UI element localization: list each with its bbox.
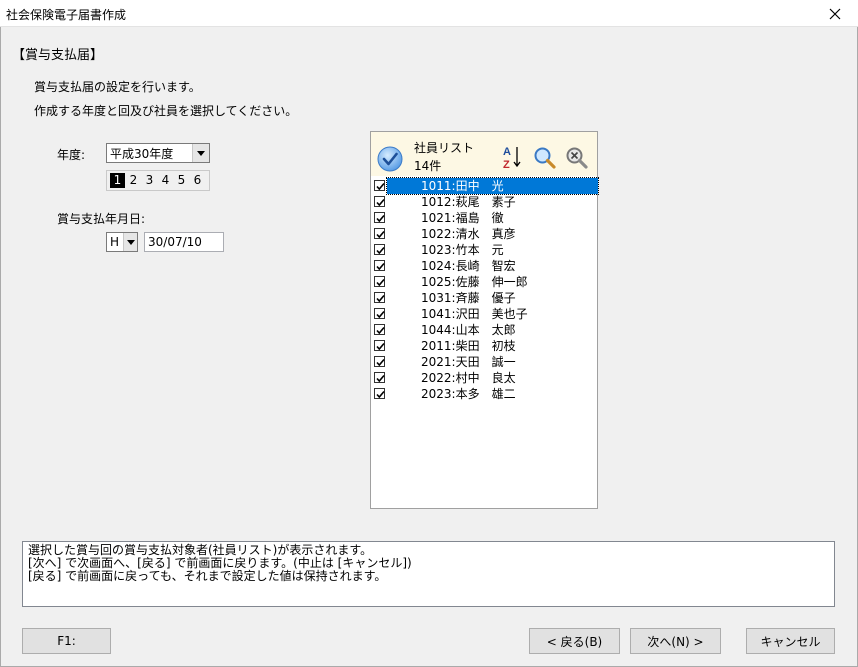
payment-date-input[interactable]: 30/07/10 — [144, 232, 224, 252]
f1-button[interactable]: F1: — [22, 628, 111, 654]
chevron-down-icon[interactable] — [192, 144, 209, 162]
year-select[interactable]: 平成30年度 — [106, 143, 210, 163]
employee-name: 1041:沢田 美也子 — [421, 307, 528, 321]
list-item[interactable]: 1044:山本 太郎 — [371, 322, 597, 338]
year-select-value: 平成30年度 — [110, 146, 174, 161]
check-icon — [376, 374, 385, 383]
employee-name: 1023:竹本 元 — [421, 243, 504, 257]
cancel-button[interactable]: キャンセル — [746, 628, 835, 654]
employee-name: 1022:清水 真彦 — [421, 227, 516, 241]
check-icon — [376, 214, 385, 223]
list-item[interactable]: 1041:沢田 美也子 — [371, 306, 597, 322]
list-item[interactable]: 1024:長崎 智宏 — [371, 258, 597, 274]
employee-name: 1024:長崎 智宏 — [421, 259, 516, 273]
clear-search-icon[interactable] — [564, 145, 590, 171]
employee-name: 1044:山本 太郎 — [421, 323, 516, 337]
list-item[interactable]: 1011:田中 光 — [371, 177, 599, 195]
check-icon — [376, 198, 385, 207]
employee-count: 14件 — [414, 159, 442, 173]
check-icon — [376, 246, 385, 255]
sort-az-icon[interactable]: A Z — [501, 144, 523, 170]
close-button[interactable] — [812, 0, 858, 27]
round-selector: 1 2 3 4 5 6 — [106, 170, 210, 191]
employee-checkbox[interactable] — [374, 308, 385, 319]
svg-text:Z: Z — [503, 159, 510, 170]
employee-checkbox[interactable] — [374, 244, 385, 255]
employee-checkbox[interactable] — [374, 276, 385, 287]
svg-text:A: A — [503, 146, 511, 158]
round-option-6[interactable]: 6 — [190, 173, 205, 188]
employee-checkbox[interactable] — [374, 228, 385, 239]
employee-name: 2021:天田 誠一 — [421, 355, 516, 369]
employee-checkbox[interactable] — [374, 388, 385, 399]
employee-checkbox[interactable] — [374, 340, 385, 351]
employee-name: 1012:萩尾 素子 — [421, 195, 516, 209]
employee-checkbox[interactable] — [374, 372, 385, 383]
list-item[interactable]: 1023:竹本 元 — [371, 242, 597, 258]
list-item[interactable]: 2021:天田 誠一 — [371, 354, 597, 370]
employee-checkbox[interactable] — [374, 292, 385, 303]
employee-checkbox[interactable] — [374, 260, 385, 271]
list-item[interactable]: 2011:柴田 初枝 — [371, 338, 597, 354]
search-icon[interactable] — [532, 145, 558, 171]
section-title: 【賞与支払届】 — [12, 48, 104, 63]
check-icon — [376, 294, 385, 303]
chevron-down-icon[interactable] — [123, 233, 137, 251]
back-button[interactable]: < 戻る(B) — [529, 628, 620, 654]
employee-name: 1031:斉藤 優子 — [421, 291, 516, 305]
payment-date-label: 賞与支払年月日: — [57, 212, 146, 226]
employee-name: 2022:村中 良太 — [421, 371, 516, 385]
employee-checkbox[interactable] — [374, 324, 385, 335]
year-label: 年度: — [57, 148, 86, 162]
list-item[interactable]: 2023:本多 雄二 — [371, 386, 597, 402]
employee-list-title: 社員リスト — [414, 141, 475, 155]
employee-list-header: 社員リスト 14件 A Z — [371, 132, 597, 176]
check-icon — [376, 182, 385, 191]
check-icon — [376, 390, 385, 399]
check-icon — [376, 310, 385, 319]
employee-name: 1025:佐藤 伸一郎 — [421, 275, 528, 289]
list-item[interactable]: 1012:萩尾 素子 — [371, 194, 597, 210]
check-icon — [376, 262, 385, 271]
employee-checkbox[interactable] — [374, 356, 385, 367]
check-icon — [376, 326, 385, 335]
list-item[interactable]: 1031:斉藤 優子 — [371, 290, 597, 306]
round-option-2[interactable]: 2 — [126, 173, 141, 188]
description-line-2: 作成する年度と回及び社員を選択してください。 — [34, 104, 298, 118]
employee-name: 1021:福島 徹 — [421, 211, 504, 225]
info-box: 選択した賞与回の賞与支払対象者(社員リスト)が表示されます。 [次へ] で次画面… — [22, 541, 835, 607]
title-bar: 社会保険電子届書作成 — [0, 0, 858, 27]
list-item[interactable]: 1022:清水 真彦 — [371, 226, 597, 242]
era-select-value: H — [110, 235, 120, 249]
list-item[interactable]: 1025:佐藤 伸一郎 — [371, 274, 597, 290]
check-icon — [376, 358, 385, 367]
employee-checkbox[interactable] — [374, 180, 385, 191]
employee-name: 2011:柴田 初枝 — [421, 339, 516, 353]
employee-name: 1011:田中 光 — [386, 177, 599, 195]
check-icon — [376, 278, 385, 287]
employee-checkbox[interactable] — [374, 212, 385, 223]
info-line-3: [戻る] で前画面に戻っても、それまで設定した値は保持されます。 — [28, 569, 387, 583]
era-select[interactable]: H — [106, 232, 138, 252]
round-option-3[interactable]: 3 — [142, 173, 157, 188]
check-icon — [376, 230, 385, 239]
employee-checkbox[interactable] — [374, 196, 385, 207]
round-option-1[interactable]: 1 — [110, 173, 125, 188]
list-item[interactable]: 1021:福島 徹 — [371, 210, 597, 226]
check-all-icon[interactable] — [377, 146, 403, 172]
check-icon — [376, 342, 385, 351]
window-title: 社会保険電子届書作成 — [6, 8, 127, 22]
round-option-5[interactable]: 5 — [174, 173, 189, 188]
close-icon — [829, 8, 841, 19]
next-button[interactable]: 次へ(N) > — [630, 628, 721, 654]
employee-name: 2023:本多 雄二 — [421, 387, 516, 401]
round-option-4[interactable]: 4 — [158, 173, 173, 188]
list-item[interactable]: 2022:村中 良太 — [371, 370, 597, 386]
employee-list: 1011:田中 光 1012:萩尾 素子 1021:福島 徹 1022:清水 真彦 10… — [371, 177, 599, 402]
employee-list-panel: 社員リスト 14件 A Z 1011:田中 光 1012:萩尾 素子 1021:福島… — [370, 131, 599, 509]
description-line-1: 賞与支払届の設定を行います。 — [34, 80, 201, 94]
